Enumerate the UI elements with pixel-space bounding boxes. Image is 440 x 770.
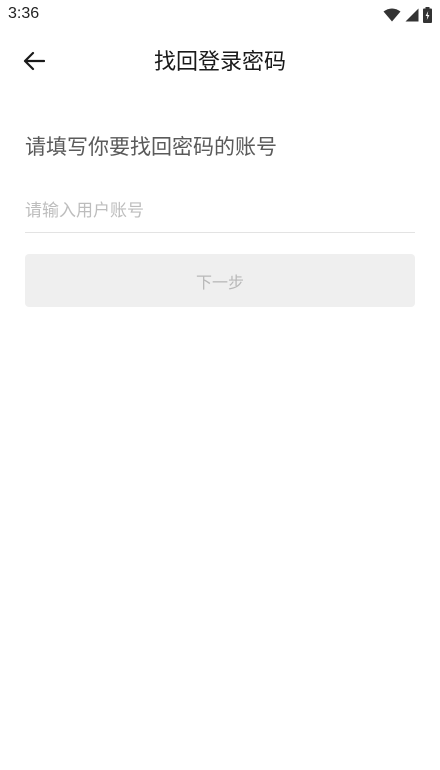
page-title: 找回登录密码 [153,50,286,75]
wifi-icon [383,8,401,22]
app-bar: 找回登录密码 [0,40,440,86]
status-time: 3:36 [8,5,40,22]
prompt-heading: 请填写你要找回密码的账号 [25,135,277,159]
account-input[interactable] [25,196,415,226]
status-icons [383,6,432,24]
battery-icon [423,7,432,23]
signal-icon [405,8,419,22]
next-button[interactable]: 下一步 [25,254,415,307]
status-bar: 3:36 [0,0,440,30]
input-underline [25,232,415,233]
